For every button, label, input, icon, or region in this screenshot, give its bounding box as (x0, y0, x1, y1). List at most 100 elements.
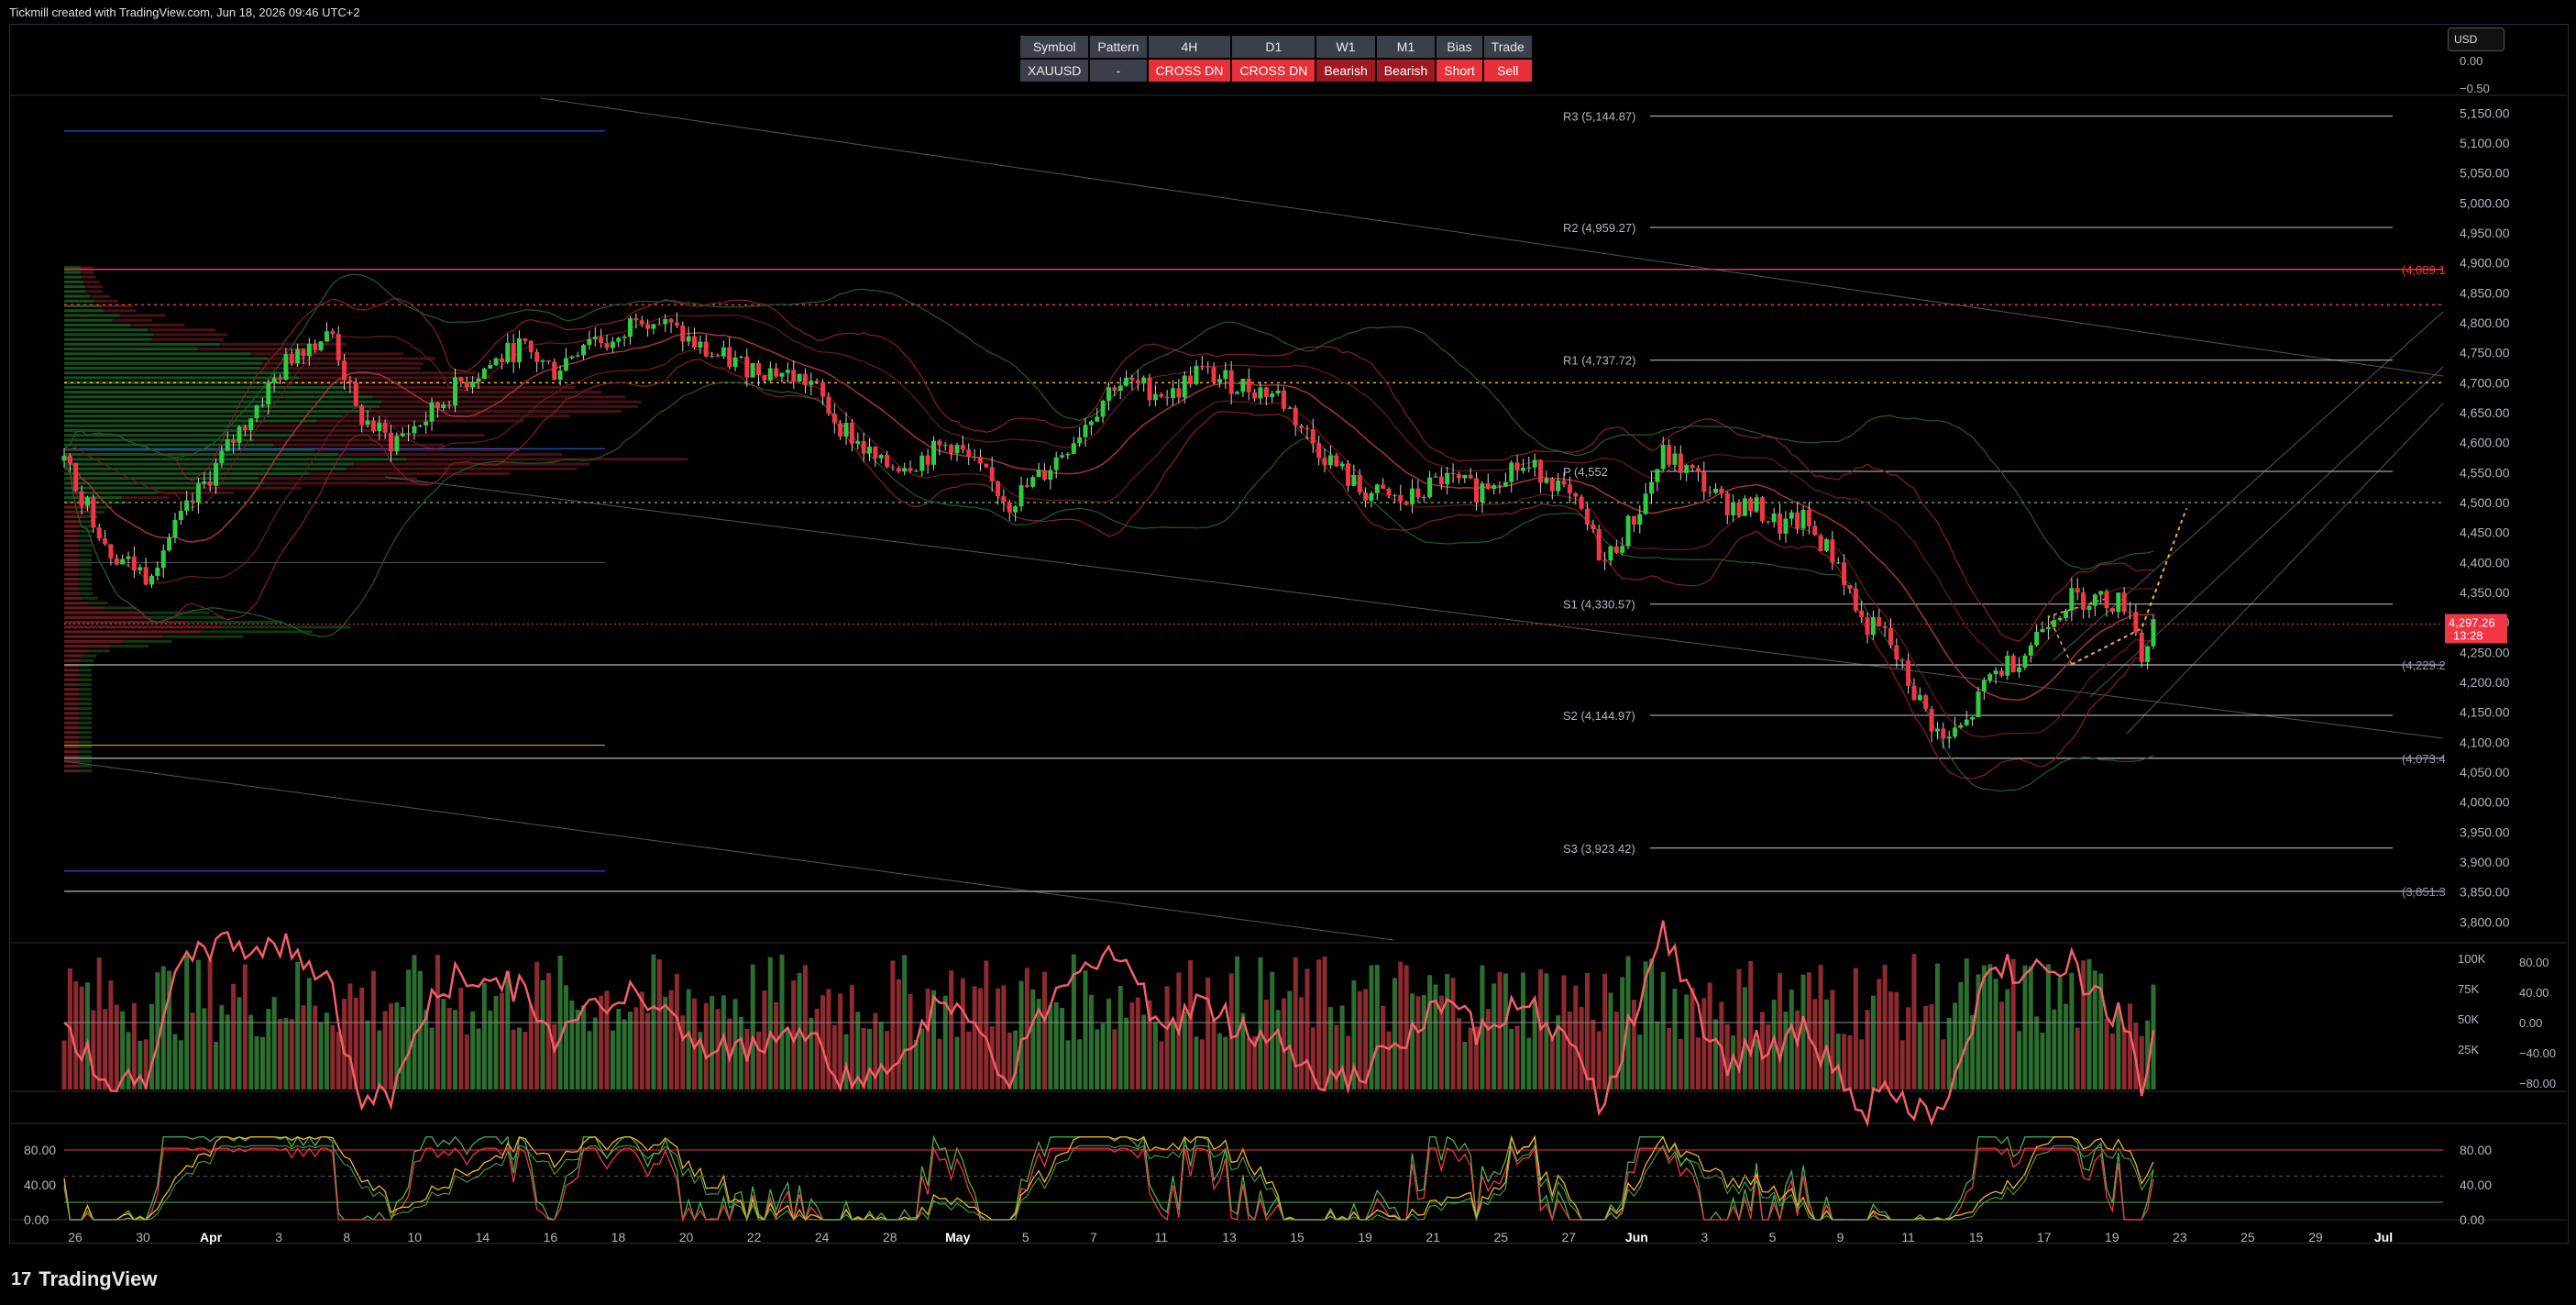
tradingview-footer[interactable]: 17 TradingView (11, 1267, 157, 1291)
volume-tick-label: 50K (2458, 1012, 2479, 1026)
volume-bar (306, 978, 312, 1089)
candle-body (446, 404, 452, 406)
volume-bar (838, 993, 843, 1089)
profile-bar (64, 678, 80, 681)
candle-body (2081, 592, 2086, 610)
volume-bar (1211, 1019, 1216, 1089)
volume-bar (1672, 989, 1678, 1089)
profile-bar (221, 625, 351, 629)
chart-canvas[interactable]: (4,889.1 (4,229.2 (4,073.4 (3,851.3 R3 (5,14… (0, 0, 2576, 1305)
volume-bar (2081, 960, 2086, 1089)
profile-bar (148, 328, 216, 332)
volume-bar (336, 1032, 341, 1089)
candle-body (1882, 625, 1888, 628)
price-tick-label: 4,100.00 (2460, 735, 2510, 749)
volume-bar (219, 1004, 225, 1089)
candle-body (960, 445, 965, 450)
volume-bar (878, 1022, 884, 1089)
candle-body (1415, 488, 1421, 498)
profile-bar (79, 587, 93, 591)
candle-body (91, 497, 96, 528)
table-header-5: M1 (1376, 36, 1436, 58)
volume-bar (2116, 1006, 2121, 1089)
candle-body (890, 467, 896, 469)
time-tick-label: 5 (1769, 1230, 1777, 1244)
candle-body (831, 413, 837, 424)
volume-bar (1934, 963, 1940, 1089)
table-cell-7: Sell (1483, 60, 1532, 82)
volume-bar (2121, 1027, 2127, 1089)
profile-bar (337, 453, 563, 457)
candle-body (488, 365, 493, 369)
volume-bar (1287, 990, 1293, 1089)
candle-body (1958, 724, 1964, 728)
candle-body (698, 341, 703, 348)
time-tick-label: 19 (1358, 1230, 1372, 1244)
volume-bar (779, 954, 785, 1089)
profile-bar (64, 391, 360, 394)
profile-bar (64, 410, 371, 414)
candle-body (231, 439, 237, 443)
candle-body (1386, 488, 1392, 496)
price-tick-label: 4,900.00 (2460, 256, 2510, 271)
candle-body (587, 338, 592, 346)
level-label: (4,889.1 (2402, 263, 2446, 277)
volume-bar (610, 1030, 615, 1089)
level-label: (3,851.3 (2402, 885, 2446, 899)
candle-body (108, 544, 114, 559)
candle-body (1041, 470, 1047, 481)
candle-body (2022, 655, 2028, 668)
trendline (540, 97, 2444, 377)
candle-body (248, 418, 254, 431)
candle-body (1742, 498, 1747, 516)
volume-bar (984, 960, 989, 1089)
profile-bar (381, 400, 642, 404)
volume-bar (446, 1007, 452, 1089)
volume-bar (1713, 1019, 1719, 1089)
oscillator-tick-label: −80.00 (2519, 1077, 2556, 1090)
volume-bar (1141, 1014, 1147, 1089)
profile-bar (64, 769, 80, 773)
profile-bar (80, 592, 94, 595)
volume-bar (2028, 966, 2033, 1089)
brand-name: TradingView (39, 1267, 158, 1290)
candle-body (1911, 685, 1917, 701)
volume-bar (259, 1036, 265, 1089)
candle-body (1018, 485, 1024, 507)
profile-bar (89, 649, 110, 653)
table-cell-5: Bearish (1376, 60, 1436, 82)
volume-bar (1613, 1012, 1619, 1089)
candle-body (1001, 496, 1007, 503)
candle-body (1771, 513, 1777, 523)
candle-body (1899, 659, 1905, 661)
candle-body (528, 340, 534, 352)
profile-bar (64, 299, 94, 303)
volume-bar (1001, 985, 1007, 1089)
volume-bar (680, 1015, 686, 1089)
candle-body (1299, 426, 1305, 428)
price-tick-label: 4,950.00 (2460, 226, 2510, 240)
volume-tick-label: 75K (2458, 982, 2479, 996)
volume-bar (908, 994, 913, 1089)
candle-body (1620, 546, 1625, 553)
profile-bar (64, 491, 158, 494)
volume-bar (528, 1004, 534, 1089)
volume-bar (890, 960, 896, 1089)
candle-body (84, 497, 90, 506)
candle-body (289, 354, 294, 364)
time-tick-label: 30 (136, 1230, 150, 1244)
candle-body (1561, 480, 1567, 485)
candle-body (984, 463, 989, 468)
volume-bar (1993, 979, 1998, 1089)
candle-body (710, 356, 715, 358)
time-tick-label: 25 (2240, 1230, 2255, 1244)
candle-body (2139, 632, 2144, 662)
volume-bar (2109, 1034, 2115, 1089)
volume-bar (1398, 961, 1404, 1089)
volume-bar (254, 1035, 259, 1089)
table-cell-0: XAUUSD (1020, 60, 1089, 82)
profile-bar (79, 544, 93, 547)
time-axis: 26 30 Apr 3 8 10 14 16 18 20 22 24 28 May 5 7 11 13 15 19 21… (68, 1230, 2393, 1244)
candle-body (639, 320, 644, 325)
profile-bar (64, 443, 273, 447)
